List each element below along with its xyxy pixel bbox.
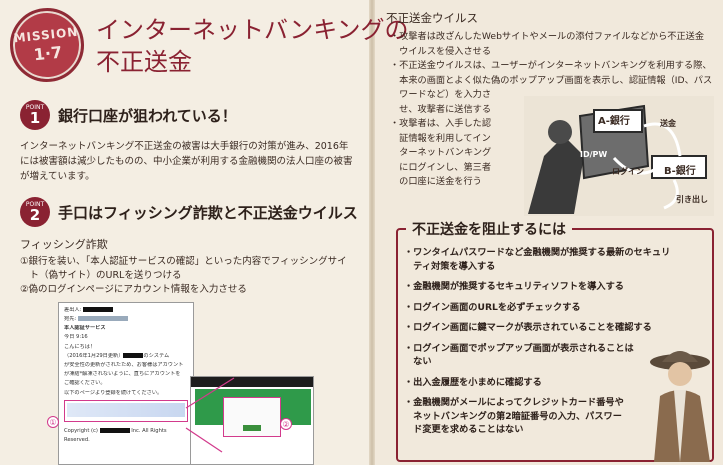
remit-label: 送金 [660,119,676,128]
step-line: ①銀行を装い、「本人認証サービスの確認」といった内容でフィッシングサイ [20,256,347,267]
point-badge-number: 1 [29,108,41,127]
email-from-label: 差出人: [64,307,82,313]
fake-login-site-screenshot [190,376,314,465]
paragraph-line: には被害額は減少したものの、中小企業が利用する金融機関の法人口座の被害 [20,156,353,167]
bullet-line: ・攻撃者は改ざんしたWebサイトやメールの添付ファイルなどから不正送金 [390,31,705,42]
email-body-line: が安全性の更新がされたため、お客様はアカウント [64,362,184,368]
prevention-line: ティ対策を導入する [404,260,496,272]
point-1-badge: POINT 1 [20,100,50,130]
stamp-number: 1·7 [32,42,63,64]
email-greeting: こんにちは！ [64,344,96,350]
title-line-1: インターネットバンキングの [96,16,409,44]
prevention-item: ・ログイン画面に鍵マークが表示されていることを確認する [404,321,704,335]
login-label: ログイン [612,167,644,176]
hat-crown-icon [662,351,698,362]
redaction-bar [123,353,144,358]
fake-login-form-highlight[interactable] [223,397,281,437]
point-1-header: POINT 1 銀行口座が狙われている！ [20,100,237,130]
point-2-heading: 手口はフィッシング詐欺と不正送金ウイルス [58,203,358,222]
redaction-bar [77,316,128,321]
step-line: ト（偽サイト）のURLを送りつける [20,270,182,281]
copyright-text: Copyright (c) [64,428,98,434]
virus-section-title: 不正送金ウイルス [386,11,478,25]
email-to-label: 宛先: [64,316,77,322]
point-badge-number: 2 [29,205,41,224]
fake-login-button[interactable] [243,425,261,431]
withdraw-label: 引き出し [676,195,708,204]
paragraph-line: インターネットバンキング不正送金の被害は大手銀行の対策が進み、2016年 [20,141,349,152]
prevention-item: ・ワンタイムパスワードなど金融機関が推奨する最新のセキュリ ティ対策を導入する [404,246,704,273]
phishing-steps: ①銀行を装い、「本人認証サービスの確認」といった内容でフィッシングサイ ト（偽サ… [20,255,365,297]
prevention-line: ・ログイン画面のURLを必ずチェックする [404,301,581,313]
email-to: 宛先: [64,316,188,323]
email-date: 今日 9:16 [64,334,88,340]
email-body-line: （2016年1月29日更新） のシステム [64,353,188,360]
stamp-mission-label: MISSION [12,24,79,45]
redaction-bar [82,307,113,312]
redaction-bar [99,428,130,433]
bullet-line: ウイルスを侵入させる [390,45,492,57]
email-subject: 本人認証サービス [64,325,106,331]
detective-face [668,362,692,386]
email-copyright: Copyright (c) Inc. All Rights [64,428,188,435]
email-reserved: Reserved. [64,437,90,443]
email-body-line: ご確認ください。 [64,380,106,386]
phishing-link-highlight[interactable] [64,400,188,422]
page-title: インターネットバンキングの 不正送金 [96,14,408,78]
site-header [191,377,313,387]
bank-a-label: A-銀行 [598,116,630,127]
phishing-subheading: フィッシング詐欺 [20,238,108,251]
bullet-line: 本来の画面とよく似た偽のポップアップ画面を表示し、認証情報（ID、パス [390,74,713,86]
point-2-header: POINT 2 手口はフィッシング詐欺と不正送金ウイルス [20,197,358,227]
bank-b-label: B-銀行 [664,166,696,177]
step-line: ②偽のログインページにアカウント情報を入力させる [20,284,247,295]
email-body-line: が凍結*解凍されないように、直ちにアカウントを [64,371,181,377]
prevention-item: ・金融機関が推奨するセキュリティソフトを導入する [404,280,704,294]
prevention-line: ・金融機関が推奨するセキュリティソフトを導入する [404,281,624,292]
idpw-label: ID/PW [580,150,608,159]
phishing-email-screenshot: 差出人: 宛先: 本人認証サービス 今日 9:16 こんにちは！ （2016年1… [58,302,194,465]
point-1-heading: 銀行口座が狙われている！ [58,106,237,125]
detective-illustration [650,351,710,462]
marker-1: ① [47,416,59,428]
copyright-text: Inc. All Rights [131,428,167,434]
marker-2: ② [280,418,292,430]
prevention-line: ・ワンタイムパスワードなど金融機関が推奨する最新のセキュリ [404,247,671,258]
email-from: 差出人: [64,307,188,314]
email-body-line: 以下のページより登録を続けてください。 [64,390,163,396]
attacker-head-icon [548,120,572,144]
prevention-title: 不正送金を阻止するには [406,219,572,239]
email-body-text: （2016年1月29日更新） [64,353,124,359]
bullet-line: ・不正送金ウイルスは、ユーザーがインターネットバンキングを利用する際、 [390,60,712,71]
title-line-2: 不正送金 [96,48,192,76]
paragraph-line: が増えています。 [20,171,95,182]
prevention-item: ・ログイン画面のURLを必ずチェックする [404,301,704,315]
point-2-badge: POINT 2 [20,197,50,227]
prevention-line: ・ログイン画面に鍵マークが表示されていることを確認する [404,322,652,333]
phishing-link-blurred[interactable] [67,403,185,417]
point-1-paragraph: インターネットバンキング不正送金の被害は大手銀行の対策が進み、2016年 には被… [20,139,360,184]
email-body-text: のシステム [143,353,170,359]
